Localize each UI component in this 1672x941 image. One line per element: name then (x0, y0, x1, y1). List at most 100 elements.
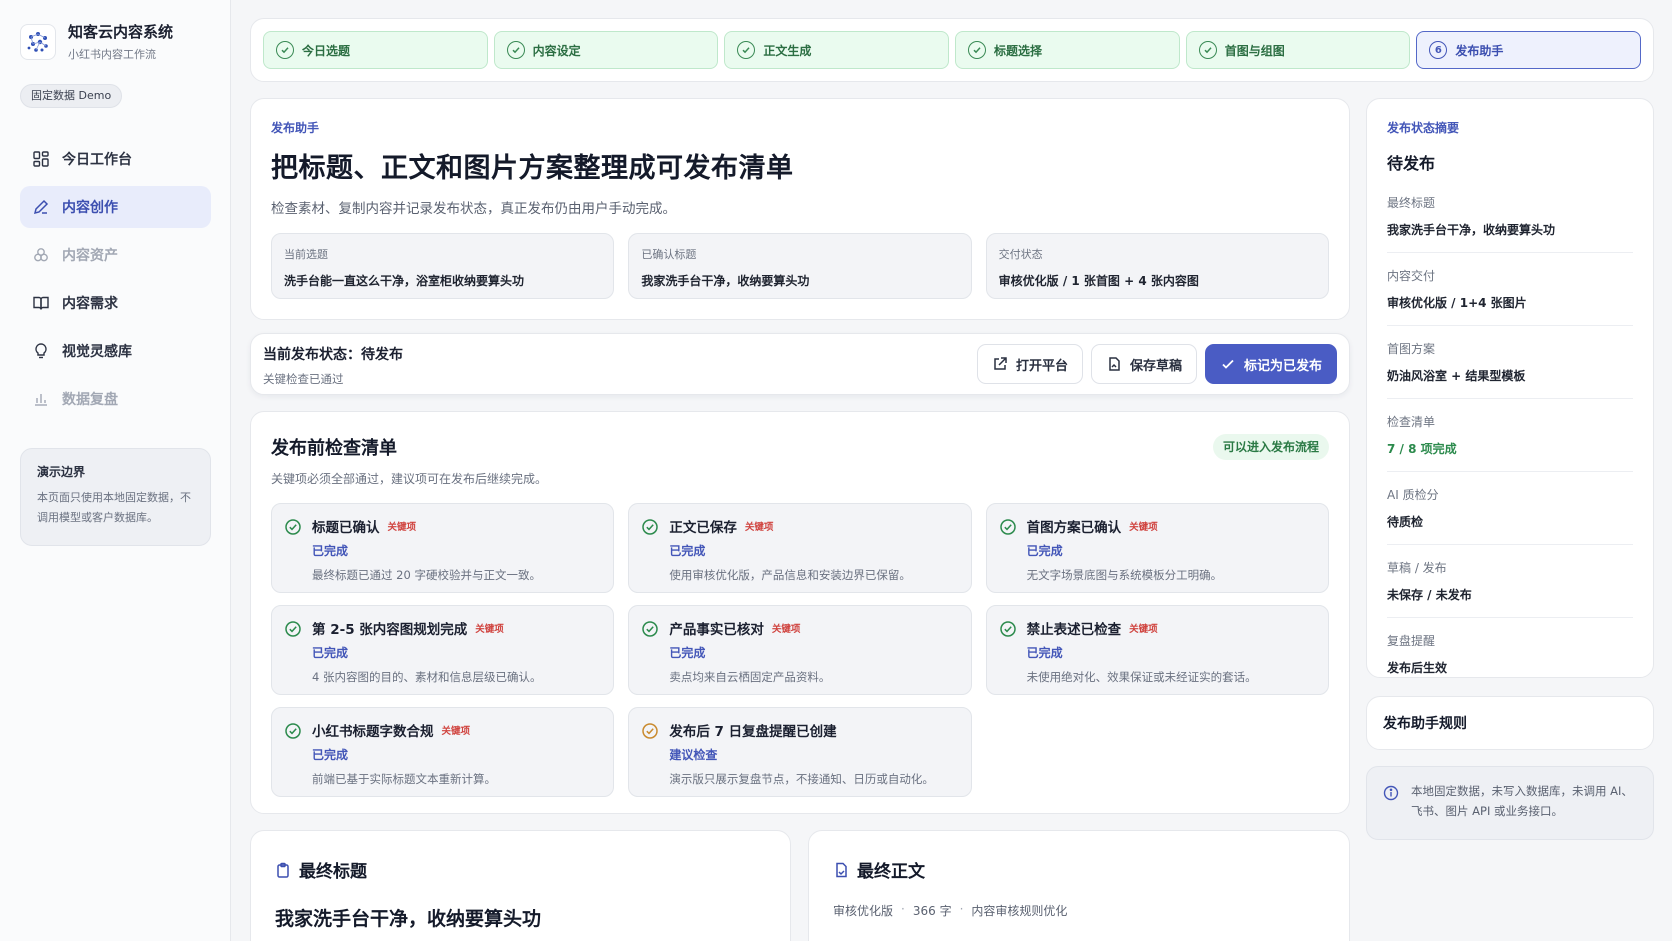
checklist-item-state: 已完成 (1026, 544, 1063, 558)
key-tag: 关键项 (1129, 624, 1158, 635)
summary-row-final-title: 最终标题 我家洗手台干净，收纳要算头功 (1387, 180, 1633, 253)
final-title-heading: 最终标题 (275, 857, 766, 882)
check-icon (506, 41, 525, 59)
publish-header-card: 发布助手 把标题、正文和图片方案整理成可发布清单 检查素材、复制内容并记录发布状… (250, 98, 1350, 320)
grid-icon (33, 151, 49, 167)
layers-icon (34, 248, 48, 262)
summary-eyebrow: 发布状态摘要 (1387, 121, 1460, 135)
sidebar-item-content-creation[interactable]: 内容创作 (20, 186, 211, 228)
check-icon (737, 41, 756, 59)
checklist-item[interactable]: 正文已保存 关键项 已完成 使用审核优化版，产品信息和安装边界已保留。 (628, 503, 972, 593)
step-label: 发布助手 (1455, 43, 1504, 58)
step-title-selection[interactable]: 标题选择 (955, 31, 1180, 69)
summary-label: 最终标题 (1387, 196, 1436, 210)
info-row: 当前选题 洗手台能一直这么干净，浴室柜收纳要算头功 已确认标题 我家洗手台干净，… (271, 233, 1329, 299)
button-label: 打开平台 (1015, 358, 1068, 374)
checklist-item[interactable]: 小红书标题字数合规 关键项 已完成 前端已基于实际标题文本重新计算。 (271, 707, 615, 797)
checklist-item-name: 标题已确认 关键项 (312, 516, 601, 536)
item-name-text: 标题已确认 (312, 520, 380, 536)
rules-title: 发布助手规则 (1383, 716, 1467, 732)
info-label: 交付状态 (998, 248, 1043, 261)
checklist-item[interactable]: 第 2-5 张内容图规划完成 关键项 已完成 4 张内容图的目的、素材和信息层级已… (271, 605, 615, 695)
sidebar-item-content-assets[interactable]: 内容资产 (20, 234, 211, 276)
summary-value: 发布后生效 (1387, 661, 1448, 675)
checklist-item-note: 演示版只展示复盘节点，不接通知、日历或自动化。 (669, 772, 934, 786)
checklist-item[interactable]: 首图方案已确认 关键项 已完成 无文字场景底图与系统模板分工明确。 (985, 503, 1329, 593)
check-circle-icon (642, 519, 659, 535)
checklist-item-name: 禁止表述已检查 关键项 (1027, 618, 1316, 638)
info-value: 我家洗手台干净，收纳要算头功 (641, 274, 810, 288)
checklist-item-name: 小红书标题字数合规 关键项 (312, 720, 601, 740)
file-save-icon (1109, 357, 1120, 371)
summary-value: 未保存 / 未发布 (1387, 588, 1472, 602)
sidebar-item-label: 视觉灵感库 (62, 344, 132, 360)
button-label: 标记为已发布 (1243, 358, 1322, 374)
step-label: 首图与组图 (1224, 43, 1285, 58)
document-icon (836, 862, 847, 877)
button-label: 保存草稿 (1129, 358, 1182, 374)
brand-title: 知客云内容系统 (68, 23, 174, 41)
meta-separator: · (959, 902, 964, 916)
final-title-value[interactable]: 我家洗手台干净，收纳要算头功 (275, 904, 766, 931)
checklist-description: 关键项必须全部通过，建议项可在发布后继续完成。 (271, 472, 548, 486)
checklist-item[interactable]: 发布后 7 日复盘提醒已创建 建议检查 演示版只展示复盘节点，不接通知、日历或自… (628, 707, 972, 797)
sidebar: 知客云内容系统 小红书内容工作流 固定数据 Demo 今日工作台 内容创作 内容… (0, 0, 231, 941)
demo-box-text: 本页面只使用本地固定数据，不调用模型或客户数据库。 (37, 491, 191, 524)
sidebar-item-visual-library[interactable]: 视觉灵感库 (20, 330, 211, 372)
item-name-text: 正文已保存 (669, 520, 737, 536)
checklist-item-note: 使用审核优化版，产品信息和安装边界已保留。 (669, 568, 911, 582)
checklist-item[interactable]: 产品事实已核对 关键项 已完成 卖点均来自云栖固定产品资料。 (628, 605, 972, 695)
meta-separator: · (901, 902, 905, 916)
summary-label: AI 质检分 (1387, 488, 1439, 502)
header-eyebrow: 发布助手 (271, 121, 320, 135)
publish-rules-card[interactable]: 发布助手规则 (1366, 696, 1654, 750)
final-title-card: 最终标题 我家洗手台干净，收纳要算头功 (250, 830, 791, 941)
step-label: 正文生成 (763, 43, 812, 58)
step-label: 标题选择 (994, 43, 1043, 58)
checklist-item[interactable]: 禁止表述已检查 关键项 已完成 未使用绝对化、效果保证或未经证实的套话。 (985, 605, 1329, 695)
item-name-text: 第 2-5 张内容图规划完成 (312, 622, 468, 638)
checklist-item-name: 第 2-5 张内容图规划完成 关键项 (312, 618, 601, 638)
step-publish-assistant[interactable]: 6 发布助手 (1416, 31, 1642, 69)
sidebar-item-workbench[interactable]: 今日工作台 (20, 138, 211, 180)
step-number: 6 (1429, 41, 1448, 59)
summary-value: 我家洗手台干净，收纳要算头功 (1387, 223, 1556, 237)
sidebar-item-data-review[interactable]: 数据复盘 (20, 378, 211, 420)
save-draft-button[interactable]: 保存草稿 (1090, 344, 1197, 384)
checklist-item-note: 前端已基于实际标题文本重新计算。 (312, 772, 496, 786)
sidebar-nav: 今日工作台 内容创作 内容资产 内容需求 视觉灵感库 数据复盘 (20, 138, 211, 426)
sidebar-item-content-requests[interactable]: 内容需求 (20, 282, 211, 324)
key-tag: 关键项 (475, 624, 504, 635)
item-name-text: 发布后 7 日复盘提醒已创建 (669, 724, 837, 740)
step-content-setting[interactable]: 内容设定 (493, 31, 719, 69)
key-tag: 关键项 (1129, 522, 1158, 533)
check-icon (1198, 41, 1217, 59)
publish-summary-card: 发布状态摘要 待发布 最终标题 我家洗手台干净，收纳要算头功 内容交付 审核优化… (1366, 98, 1654, 678)
step-cover-and-images[interactable]: 首图与组图 (1185, 31, 1411, 69)
brand[interactable]: 知客云内容系统 小红书内容工作流 (20, 22, 173, 62)
mark-published-button[interactable]: 标记为已发布 (1204, 344, 1337, 384)
demo-badge: 固定数据 Demo (20, 84, 123, 108)
heading-text: 最终正文 (857, 862, 925, 882)
checklist-item-name: 产品事实已核对 关键项 (669, 618, 958, 638)
meta-word-count: 366 字 (912, 904, 952, 918)
key-tag: 关键项 (771, 624, 801, 635)
key-tag: 关键项 (744, 522, 774, 533)
item-name-text: 禁止表述已检查 (1026, 622, 1122, 638)
step-body-generation[interactable]: 正文生成 (724, 31, 950, 69)
step-label: 内容设定 (532, 43, 581, 58)
step-daily-topic[interactable]: 今日选题 (263, 31, 488, 69)
summary-label: 检查清单 (1387, 415, 1436, 429)
summary-row-draft-publish: 草稿 / 发布 未保存 / 未发布 (1387, 545, 1633, 618)
open-platform-button[interactable]: 打开平台 (976, 344, 1083, 384)
check-circle-warning-icon (642, 723, 659, 739)
check-circle-icon (999, 621, 1016, 637)
info-label: 已确认标题 (641, 248, 697, 261)
check-circle-icon (285, 519, 301, 535)
checklist-item-name: 首图方案已确认 关键项 (1027, 516, 1316, 536)
meta-rule: 内容审核规则优化 (971, 904, 1068, 918)
summary-label: 草稿 / 发布 (1387, 561, 1447, 575)
checklist-item[interactable]: 标题已确认 关键项 已完成 最终标题已通过 20 字硬校验并与正文一致。 (271, 503, 615, 593)
check-circle-icon (642, 621, 659, 637)
status-actions: 打开平台 保存草稿 标记为已发布 (976, 344, 1337, 384)
